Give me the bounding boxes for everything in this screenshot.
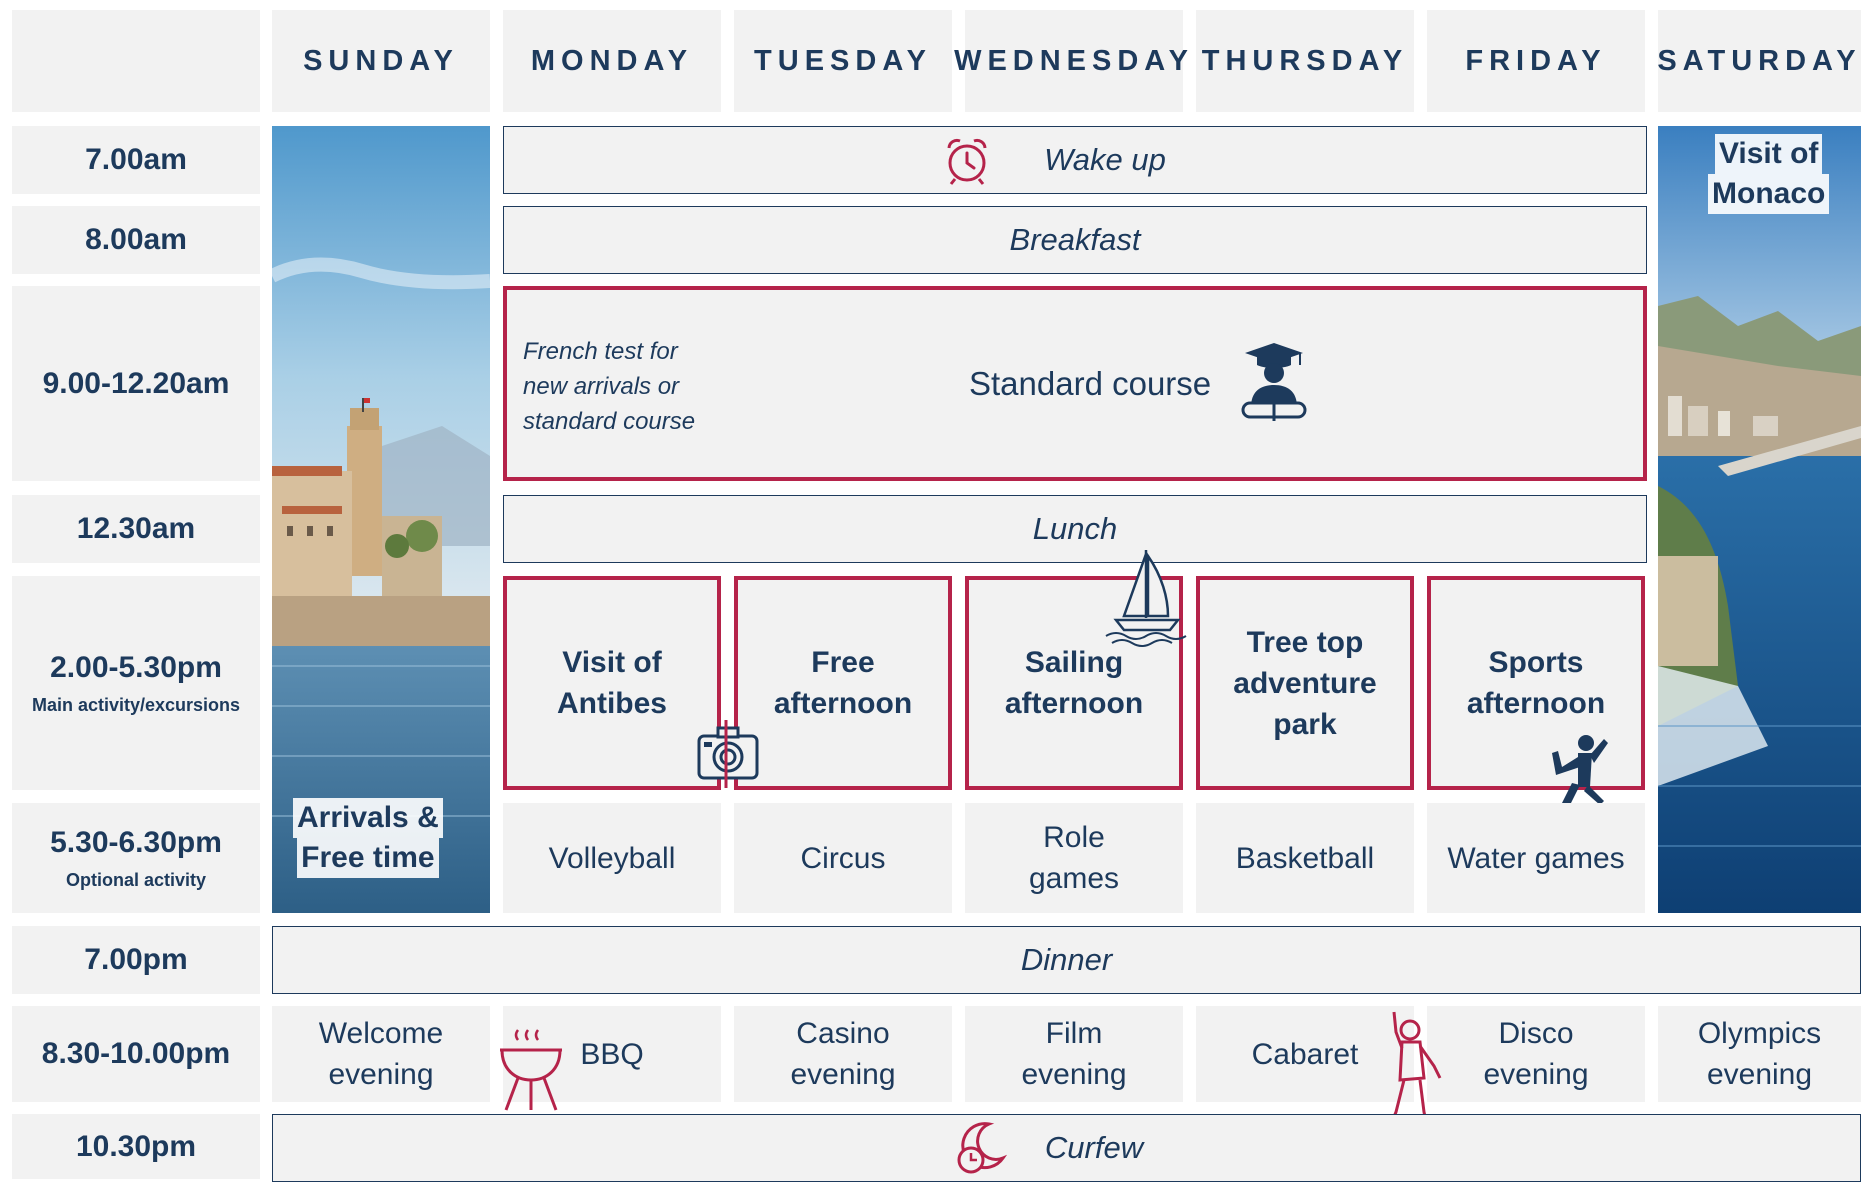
afternoon-sports-line2: afternoon <box>1466 687 1606 720</box>
evening-casino-line1: Casino <box>796 1017 890 1050</box>
time-row-afternoon-sub: Main activity/excursions <box>31 694 241 715</box>
evening-welcome-line1: Welcome <box>318 1017 444 1050</box>
evening-olympics-line1: Olympics <box>1697 1017 1822 1050</box>
evening-casino: Casino evening <box>734 1006 952 1102</box>
french-test-note-line1: French test for <box>523 338 678 365</box>
afternoon-treetop-line3: park <box>1273 707 1337 741</box>
antibes-photo <box>272 126 490 913</box>
monaco-caption-line1: Visit of <box>1714 134 1823 174</box>
time-row-dinner: 7.00pm <box>12 926 260 994</box>
evening-olympics: Olympics evening <box>1658 1006 1861 1102</box>
moon-clock-icon <box>957 1122 1008 1174</box>
monaco-photo <box>1658 126 1861 913</box>
day-header-friday: FRIDAY <box>1427 10 1645 112</box>
day-header-saturday: SATURDAY <box>1657 10 1861 112</box>
day-header-tuesday: TUESDAY <box>734 10 952 112</box>
french-test-note-line2: new arrivals or <box>523 373 680 400</box>
evening-film-line2: evening <box>1021 1058 1127 1091</box>
afternoon-free: Free afternoon <box>734 576 952 790</box>
time-row-optional: 5.30-6.30pm Optional activity <box>12 803 260 913</box>
curfew-label: Curfew <box>1044 1130 1144 1165</box>
afternoon-sailing-line1: Sailing <box>1024 646 1124 679</box>
evening-film-line1: Film <box>1045 1017 1103 1050</box>
time-row-lunch: 12.30am <box>12 495 260 563</box>
evening-disco-line1: Disco <box>1498 1017 1574 1050</box>
optional-basketball: Basketball <box>1196 803 1414 913</box>
antibes-caption-line2: Free time <box>297 838 439 878</box>
evening-welcome-line2: evening <box>328 1058 434 1091</box>
afternoon-sailing-line2: afternoon <box>1004 687 1144 720</box>
evening-cabaret-line1: Cabaret <box>1251 1037 1359 1071</box>
antibes-caption: Arrivals & Free time <box>293 798 443 878</box>
afternoon-sports-line1: Sports <box>1488 646 1584 679</box>
afternoon-treetop-line2: adventure <box>1233 666 1377 700</box>
day-header-wednesday: WEDNESDAY <box>954 10 1188 112</box>
optional-water-games-line1: Water games <box>1447 841 1625 875</box>
wake-up-bar: Wake up <box>503 126 1647 194</box>
standard-course-title: Standard course <box>969 365 1212 402</box>
evening-film: Film evening <box>965 1006 1183 1102</box>
evening-disco-line2: evening <box>1483 1058 1589 1091</box>
optional-role-games: Role games <box>965 803 1183 913</box>
time-row-8am: 8.00am <box>12 206 260 274</box>
day-header-monday: MONDAY <box>503 10 721 112</box>
afternoon-free-line2: afternoon <box>773 687 913 720</box>
evening-disco: Disco evening <box>1427 1006 1645 1102</box>
optional-circus: Circus <box>734 803 952 913</box>
time-row-morning: 9.00-12.20am <box>12 286 260 481</box>
time-row-curfew: 10.30pm <box>12 1114 260 1179</box>
afternoon-free-line1: Free <box>811 646 875 679</box>
breakfast-bar: Breakfast <box>503 206 1647 274</box>
french-test-note-line3: standard course <box>523 408 696 435</box>
evening-olympics-line2: evening <box>1706 1058 1813 1091</box>
evening-casino-line2: evening <box>790 1058 896 1091</box>
optional-volleyball-line1: Volleyball <box>548 841 676 875</box>
afternoon-antibes-line2: Antibes <box>556 687 667 720</box>
monaco-caption: Visit of Monaco <box>1708 134 1830 214</box>
barbecue-icon <box>500 1029 562 1111</box>
dinner-bar: Dinner <box>272 926 1861 994</box>
corner-cell <box>12 10 260 112</box>
camera-icon <box>697 720 759 788</box>
alarm-clock-icon <box>947 138 987 185</box>
afternoon-treetop: Tree top adventure park <box>1196 576 1414 790</box>
antibes-caption-line1: Arrivals & <box>293 798 443 838</box>
optional-basketball-line1: Basketball <box>1235 841 1375 875</box>
standard-course-block: French test for new arrivals or standard… <box>503 286 1647 481</box>
time-row-optional-sub: Optional activity <box>65 869 207 890</box>
evening-bbq-line1: BBQ <box>580 1037 644 1071</box>
time-row-afternoon: 2.00-5.30pm Main activity/excursions <box>12 576 260 790</box>
curfew-bar: Curfew <box>272 1114 1861 1182</box>
day-header-sunday: SUNDAY <box>272 10 490 112</box>
afternoon-antibes: Visit of Antibes <box>503 576 721 790</box>
optional-water-games: Water games <box>1427 803 1645 913</box>
optional-role-games-line1: Role <box>1043 821 1105 854</box>
afternoon-sports: Sports afternoon <box>1427 576 1645 790</box>
afternoon-treetop-line1: Tree top <box>1246 625 1364 659</box>
time-row-7am: 7.00am <box>12 126 260 194</box>
afternoon-antibes-line1: Visit of <box>562 646 662 679</box>
graduate-icon <box>1241 343 1307 421</box>
optional-role-games-line2: games <box>1028 862 1120 895</box>
wake-up-label: Wake up <box>1044 142 1166 177</box>
optional-circus-line1: Circus <box>800 841 886 875</box>
day-header-thursday: THURSDAY <box>1196 10 1414 112</box>
monaco-caption-line2: Monaco <box>1708 174 1830 214</box>
sailboat-icon <box>1105 550 1187 647</box>
optional-volleyball: Volleyball <box>503 803 721 913</box>
time-row-evening: 8.30-10.00pm <box>12 1006 260 1102</box>
monaco-photo-art <box>1658 126 1861 913</box>
antibes-photo-art <box>272 126 490 913</box>
french-test-note: French test for new arrivals or standard… <box>523 334 695 439</box>
evening-welcome: Welcome evening <box>272 1006 490 1102</box>
lunch-bar: Lunch <box>503 495 1647 563</box>
